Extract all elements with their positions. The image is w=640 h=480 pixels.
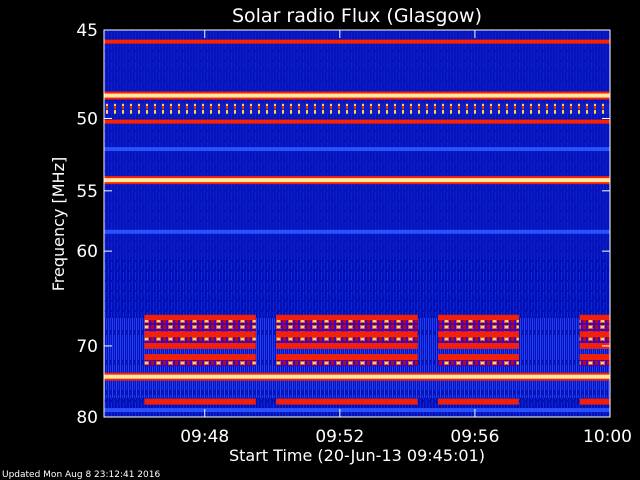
- band-core: [104, 178, 610, 183]
- band-segment: [579, 320, 610, 327]
- spectrogram-figure: 45 50 55 60 70 80 09:48 09:52 09:56 10:00 Solar …: [2, 5, 632, 480]
- y-tick-label: 70: [76, 337, 98, 357]
- update-timestamp: Updated Mon Aug 8 23:12:41 2016: [2, 470, 160, 480]
- band-segment: [437, 342, 519, 349]
- noise-region-upper: [104, 30, 610, 260]
- spectral-band: [104, 372, 610, 381]
- band-line: [104, 229, 610, 234]
- band-segment: [437, 360, 519, 367]
- y-axis-label: Frequency [MHz]: [49, 157, 68, 291]
- band-segment: [144, 331, 256, 338]
- band-line: [104, 119, 610, 124]
- band-segment: [276, 354, 418, 361]
- band-segment: [276, 314, 418, 321]
- band-segment: [579, 314, 610, 321]
- band-segment: [437, 354, 519, 361]
- spectral-band: [104, 147, 610, 152]
- band-segment: [276, 320, 418, 327]
- band-segment: [144, 342, 256, 349]
- band-segment: [437, 398, 519, 405]
- band-segment: [579, 360, 610, 367]
- band-line: [104, 408, 610, 413]
- band-segment: [437, 320, 519, 327]
- band-segment: [437, 325, 519, 332]
- band-segment: [144, 314, 256, 321]
- y-tick-label: 50: [76, 109, 98, 129]
- band-segment: [144, 354, 256, 361]
- spectral-band: [104, 119, 610, 124]
- x-axis-label: Start Time (20-Jun-13 09:45:01): [229, 446, 485, 465]
- band-segment: [437, 337, 519, 344]
- y-tick-label: 45: [76, 21, 98, 41]
- band-segment: [579, 354, 610, 361]
- band-segment: [579, 337, 610, 344]
- y-tick-label: 60: [76, 242, 98, 262]
- band-segment: [276, 342, 418, 349]
- y-tick-label: 80: [76, 408, 98, 428]
- spectral-band: [104, 39, 610, 44]
- spectral-band: [104, 229, 610, 234]
- band-segment: [144, 337, 256, 344]
- x-tick-label: 09:52: [315, 427, 364, 447]
- spectral-band: [104, 176, 610, 185]
- band-segment: [579, 398, 610, 405]
- band-line: [104, 147, 610, 152]
- band-segment: [276, 398, 418, 405]
- x-tick-label: 09:56: [450, 427, 499, 447]
- band-core: [104, 93, 610, 98]
- band-core: [104, 374, 610, 379]
- y-tick-label: 55: [76, 182, 98, 202]
- band-segment: [276, 331, 418, 338]
- band-segment: [579, 325, 610, 332]
- band-segment: [144, 398, 256, 405]
- spectral-band: [104, 91, 610, 100]
- band-segment: [437, 331, 519, 338]
- band-segment: [144, 360, 256, 367]
- band-segment: [144, 320, 256, 327]
- chart-title: Solar radio Flux (Glasgow): [232, 5, 482, 27]
- band-line: [104, 39, 610, 44]
- band-segment: [144, 325, 256, 332]
- band-segment: [276, 325, 418, 332]
- spectral-band: [104, 408, 610, 413]
- x-tick-label: 09:48: [180, 427, 229, 447]
- band-segment: [276, 337, 418, 344]
- band-segment: [579, 331, 610, 338]
- band-segment: [437, 314, 519, 321]
- band-segment: [276, 360, 418, 367]
- x-tick-label: 10:00: [583, 427, 632, 447]
- band-pulsed: [104, 103, 610, 114]
- spectral-band: [104, 103, 610, 114]
